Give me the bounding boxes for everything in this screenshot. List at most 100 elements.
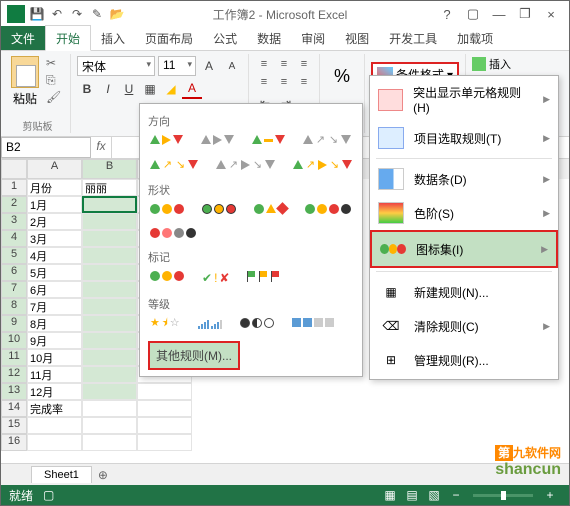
- cell[interactable]: 12月: [27, 383, 82, 400]
- fx-button[interactable]: fx: [91, 137, 111, 158]
- iconset-3flags[interactable]: [245, 269, 283, 287]
- col-header-a[interactable]: A: [27, 159, 82, 179]
- tab-insert[interactable]: 插入: [91, 26, 135, 50]
- tab-review[interactable]: 审阅: [291, 26, 335, 50]
- cf-data-bars[interactable]: 数据条(D) ▶: [370, 162, 558, 196]
- qat-new[interactable]: ✎: [89, 6, 105, 22]
- align-top[interactable]: ≡: [255, 56, 273, 72]
- cf-manage-rules[interactable]: ⊞ 管理规则(R)...: [370, 343, 558, 377]
- cell[interactable]: 9月: [27, 332, 82, 349]
- fill-color-button[interactable]: ◢: [161, 79, 181, 99]
- increase-font-button[interactable]: A: [199, 56, 219, 76]
- col-header-b[interactable]: B: [82, 159, 137, 179]
- cell[interactable]: [82, 349, 137, 366]
- close-button[interactable]: ×: [539, 5, 563, 23]
- row-header[interactable]: 14: [1, 400, 27, 417]
- row-header[interactable]: 8: [1, 298, 27, 315]
- row-header[interactable]: 1: [1, 179, 27, 196]
- row-header[interactable]: 13: [1, 383, 27, 400]
- cf-clear-rules[interactable]: ⌫ 清除规则(C) ▶: [370, 309, 558, 343]
- row-header[interactable]: 7: [1, 281, 27, 298]
- cell[interactable]: 4月: [27, 247, 82, 264]
- iconset-3arrows-gray[interactable]: [199, 133, 236, 148]
- font-name-select[interactable]: 宋体: [77, 56, 155, 76]
- iconset-3stars[interactable]: ★⯨☆: [148, 316, 182, 331]
- iconset-3trafficlights-unrimmed[interactable]: [148, 202, 186, 216]
- iconset-4arrows-color[interactable]: ↗↘: [148, 158, 200, 173]
- tab-data[interactable]: 数据: [247, 26, 291, 50]
- cell[interactable]: 1月: [27, 196, 82, 213]
- cell[interactable]: [27, 417, 82, 434]
- italic-button[interactable]: I: [98, 79, 118, 99]
- help-button[interactable]: ?: [435, 5, 459, 23]
- cell[interactable]: [82, 400, 137, 417]
- tab-home[interactable]: 开始: [45, 25, 91, 51]
- iconset-3signs[interactable]: [252, 202, 289, 216]
- restore-button[interactable]: ❐: [513, 5, 537, 23]
- cf-icon-sets[interactable]: 图标集(I) ▶: [370, 230, 558, 268]
- ribbon-collapse-button[interactable]: ▢: [461, 5, 485, 23]
- cell[interactable]: 6月: [27, 281, 82, 298]
- cell[interactable]: [82, 417, 137, 434]
- cell[interactable]: 月份: [27, 179, 82, 196]
- cell[interactable]: [82, 247, 137, 264]
- cell[interactable]: [82, 196, 137, 213]
- iconset-4trafficlights[interactable]: [303, 202, 353, 216]
- align-middle[interactable]: ≡: [275, 56, 293, 72]
- row-header[interactable]: 5: [1, 247, 27, 264]
- border-button[interactable]: ▦: [140, 79, 160, 99]
- align-left[interactable]: ≡: [255, 74, 273, 90]
- row-header[interactable]: 16: [1, 434, 27, 451]
- cell[interactable]: [82, 315, 137, 332]
- cell[interactable]: 8月: [27, 315, 82, 332]
- qat-save[interactable]: 💾: [29, 6, 45, 22]
- iconset-5boxes[interactable]: [290, 316, 336, 331]
- cell[interactable]: [137, 383, 192, 400]
- cf-color-scales[interactable]: 色阶(S) ▶: [370, 196, 558, 230]
- cell[interactable]: 2月: [27, 213, 82, 230]
- cell[interactable]: [27, 434, 82, 451]
- cf-highlight-rules[interactable]: 突出显示单元格规则(H) ▶: [370, 78, 558, 121]
- sheet-tab-1[interactable]: Sheet1: [31, 466, 92, 483]
- cell[interactable]: [137, 417, 192, 434]
- iconset-4arrows-gray[interactable]: ↗↘: [301, 133, 353, 148]
- bold-button[interactable]: B: [77, 79, 97, 99]
- tab-formulas[interactable]: 公式: [203, 26, 247, 50]
- align-center[interactable]: ≡: [275, 74, 293, 90]
- font-size-select[interactable]: 11: [158, 56, 196, 76]
- tab-developer[interactable]: 开发工具: [379, 26, 447, 50]
- align-bottom[interactable]: ≡: [295, 56, 313, 72]
- new-sheet-button[interactable]: ⊕: [98, 468, 108, 482]
- tab-addin[interactable]: 加载项: [447, 26, 503, 50]
- cell[interactable]: 3月: [27, 230, 82, 247]
- cell[interactable]: 5月: [27, 264, 82, 281]
- zoom-slider[interactable]: [473, 494, 533, 497]
- cf-top-rules[interactable]: 项目选取规则(T) ▶: [370, 121, 558, 155]
- row-header[interactable]: 2: [1, 196, 27, 213]
- page-layout-view-button[interactable]: ▤: [402, 487, 422, 503]
- cell[interactable]: [82, 298, 137, 315]
- row-header[interactable]: 15: [1, 417, 27, 434]
- zoom-in-button[interactable]: +: [540, 487, 560, 503]
- minimize-button[interactable]: —: [487, 5, 511, 23]
- cell[interactable]: [82, 281, 137, 298]
- row-header[interactable]: 3: [1, 213, 27, 230]
- cell[interactable]: [82, 366, 137, 383]
- insert-cells-button[interactable]: 插入: [472, 56, 511, 72]
- iconset-5bars[interactable]: [196, 316, 224, 331]
- iconset-3trafficlights-rimmed[interactable]: [200, 202, 238, 216]
- page-break-view-button[interactable]: ▧: [424, 487, 444, 503]
- iconset-3triangles[interactable]: [250, 133, 287, 148]
- zoom-out-button[interactable]: −: [446, 487, 466, 503]
- select-all-corner[interactable]: [1, 159, 27, 179]
- cell[interactable]: 7月: [27, 298, 82, 315]
- cell[interactable]: [82, 383, 137, 400]
- iconset-3symbols-circled[interactable]: [148, 269, 186, 287]
- cell[interactable]: [82, 332, 137, 349]
- paste-button[interactable]: 粘贴: [11, 56, 39, 119]
- iconset-5arrows-color[interactable]: ↗↘: [291, 158, 354, 173]
- format-painter-button[interactable]: 🖌: [46, 90, 64, 104]
- iconset-3arrows-color[interactable]: [148, 133, 185, 148]
- copy-button[interactable]: ⎘: [46, 73, 64, 87]
- cell[interactable]: 丽丽: [82, 179, 137, 196]
